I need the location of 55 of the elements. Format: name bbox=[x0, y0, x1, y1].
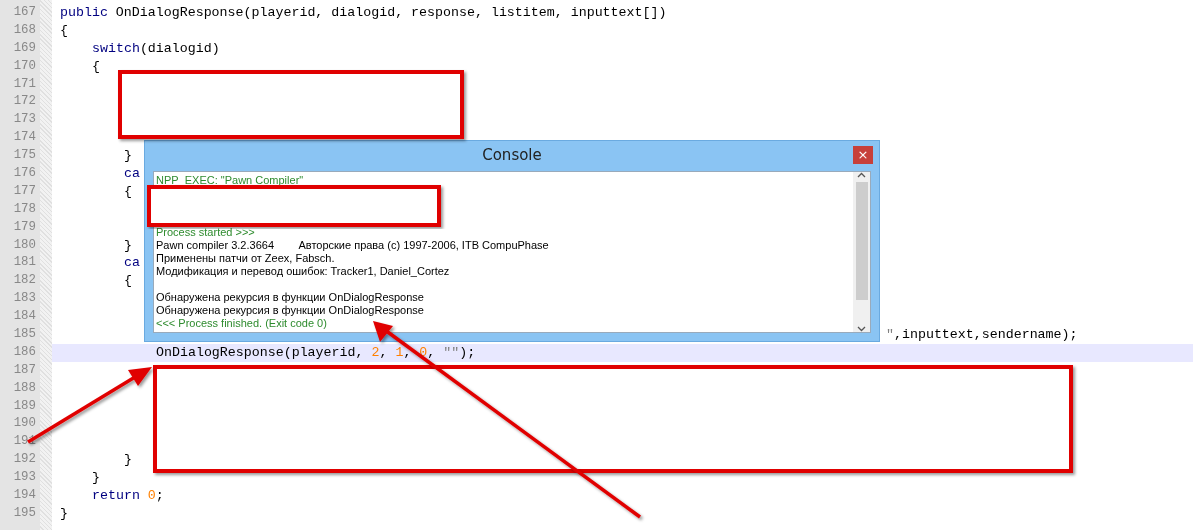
code-text: OnDialogResponse(playerid, 2, 1, 0, ""); bbox=[156, 343, 476, 362]
code-text: { bbox=[60, 21, 68, 40]
console-line: Применены патчи от Zeex, Fabsch. bbox=[156, 252, 336, 265]
line-number: 190 bbox=[12, 415, 37, 433]
code-text: ca bbox=[124, 165, 140, 183]
close-button[interactable]: × bbox=[853, 146, 873, 164]
console-line: Pawn compiler 3.2.3664 Авторские права (c) 1997-2006, ITB CompuPhase bbox=[156, 239, 550, 252]
window-title: Console bbox=[482, 144, 542, 166]
line-number: 193 bbox=[12, 469, 37, 487]
scrollbar[interactable] bbox=[853, 172, 870, 332]
code-text: } bbox=[60, 504, 68, 523]
line-number: 195 bbox=[12, 504, 37, 522]
line-number: 175 bbox=[12, 147, 37, 165]
console-line: Модификация и перевод ошибок: Tracker1, Daniel_Cortez bbox=[156, 265, 451, 278]
console-line: Обнаружена рекурсия в функции OnDialogResponse bbox=[156, 291, 425, 304]
console-line: <<< Process finished. (Exit code 0) bbox=[156, 317, 328, 330]
line-number: 187 bbox=[12, 361, 37, 379]
line-number: 189 bbox=[12, 397, 37, 415]
line-number: 173 bbox=[12, 111, 37, 129]
line-number: 169 bbox=[12, 39, 37, 57]
line-number: 180 bbox=[12, 236, 37, 254]
line-number: 182 bbox=[12, 272, 37, 290]
code-text: ",inputtext,sendername); bbox=[886, 326, 1078, 344]
code-text: { bbox=[92, 57, 100, 76]
line-number: 167 bbox=[12, 4, 37, 21]
line-number: 178 bbox=[12, 200, 37, 218]
code-text: { bbox=[124, 182, 132, 201]
line-number: 183 bbox=[12, 290, 37, 308]
line-number: 184 bbox=[12, 308, 37, 326]
code-text: } bbox=[92, 469, 100, 488]
line-number: 194 bbox=[12, 487, 37, 505]
line-number: 181 bbox=[12, 254, 37, 272]
code-text: ca bbox=[124, 254, 140, 273]
code-text: } bbox=[124, 451, 132, 470]
line-number: 174 bbox=[12, 129, 37, 147]
line-number: 179 bbox=[12, 218, 37, 236]
console-line: Обнаружена рекурсия в функции OnDialogResponse bbox=[156, 304, 425, 317]
line-number: 186 bbox=[12, 343, 37, 361]
code-text: switch(dialogid) bbox=[92, 39, 220, 58]
line-number: 168 bbox=[12, 21, 37, 39]
code-text: } bbox=[124, 236, 132, 255]
console-line: Process started >>> bbox=[156, 226, 256, 239]
code-text: { bbox=[124, 272, 132, 291]
code-text: public OnDialogResponse(playerid, dialogid, response, listitem, inputtext[]) bbox=[60, 4, 667, 22]
console-line: NPP_EXEC: "Pawn Compiler" bbox=[156, 174, 305, 187]
line-number: 177 bbox=[12, 182, 37, 200]
line-number: 192 bbox=[12, 451, 37, 469]
code-text: } bbox=[124, 147, 132, 166]
line-number: 188 bbox=[12, 379, 37, 397]
line-number: 176 bbox=[12, 165, 37, 182]
line-number: 172 bbox=[12, 93, 37, 111]
line-number: 170 bbox=[12, 57, 37, 75]
code-text: return 0; bbox=[92, 487, 164, 505]
line-number: 185 bbox=[12, 326, 37, 344]
line-number: 171 bbox=[12, 75, 37, 93]
